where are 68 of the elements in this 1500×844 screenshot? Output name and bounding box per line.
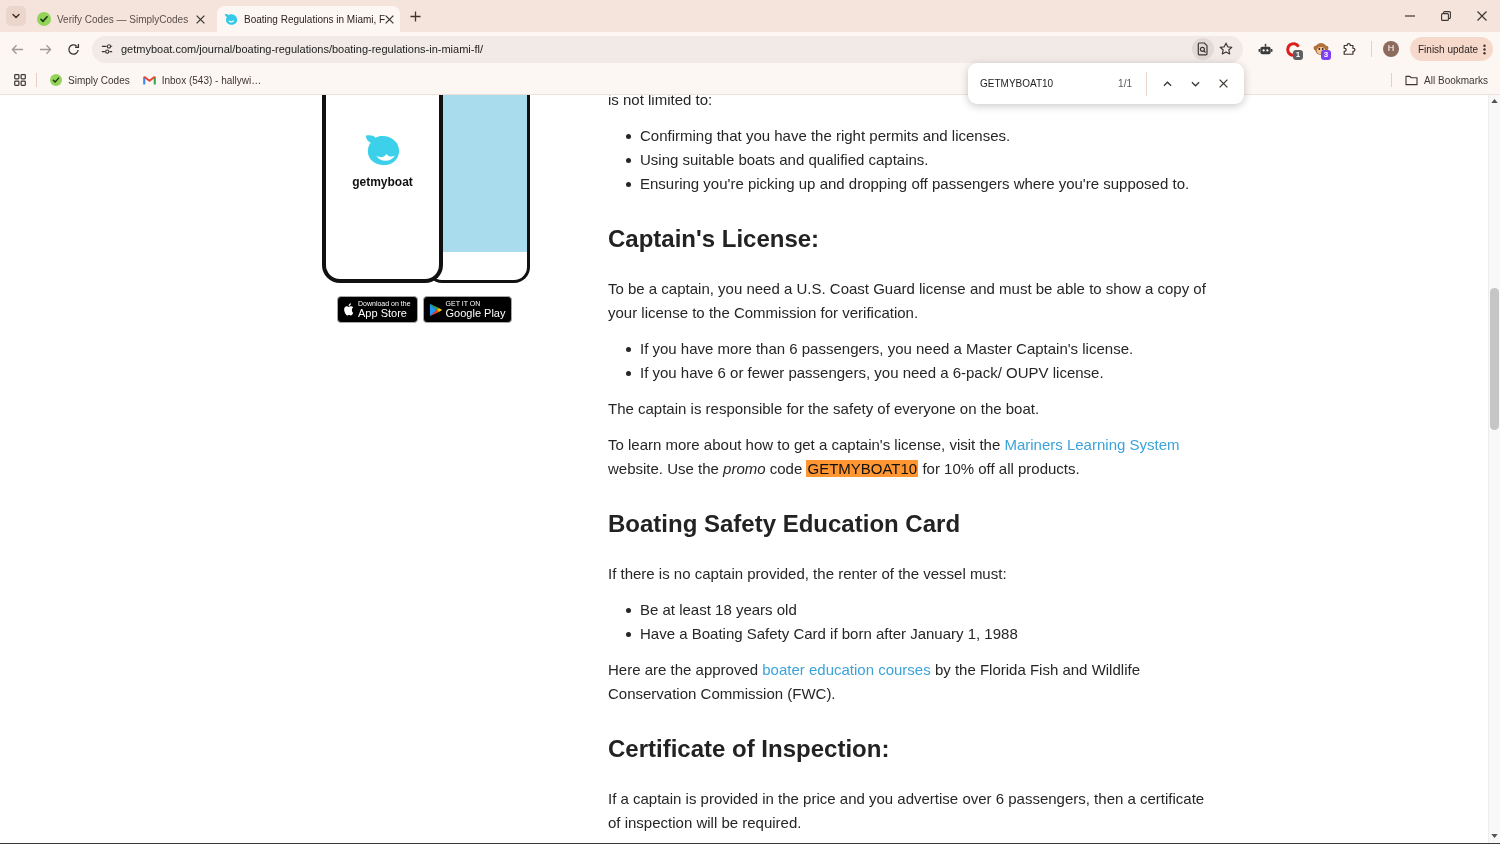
close-icon[interactable] — [1218, 79, 1228, 88]
find-field[interactable]: GETMYBOAT10 — [980, 76, 1119, 91]
section-heading: Captain's License: — [608, 224, 821, 254]
bookmark-link[interactable]: Simply Codes — [44, 69, 136, 91]
close-icon[interactable] — [1477, 11, 1487, 21]
play-triangle-icon — [428, 302, 442, 317]
apps-grid-icon[interactable] — [14, 74, 26, 86]
apple-logo-icon — [343, 303, 354, 316]
previous-match-chevron-icon[interactable] — [1162, 80, 1172, 87]
puzzle-piece-icon[interactable] — [1342, 42, 1356, 56]
check-circle-icon — [37, 12, 51, 26]
bullet-icon — [626, 347, 631, 352]
robot-icon[interactable] — [1257, 41, 1273, 57]
logo-text: getmyboat — [352, 174, 413, 191]
paragraph: Here are the approved boater education courses by the Florida Fish and Wildlife Conservation Commission (FWC). — [608, 660, 1141, 704]
find-match-highlight: GETMYBOAT10 — [806, 460, 919, 477]
profile-avatar[interactable]: H — [1383, 41, 1399, 57]
match-count: 1/1 — [1118, 77, 1132, 91]
address-bar[interactable]: getmyboat.com/journal/boating-regulations/boating-regulations-in-miami-fl/ — [92, 35, 1243, 63]
list-item-text: Ensuring you're picking up and dropping off passengers where you're supposed to. — [640, 174, 1190, 194]
tab-search-chevron-icon[interactable] — [6, 6, 26, 26]
finish-update-button[interactable]: Finish update — [1410, 37, 1493, 61]
scroll-up-arrow-icon[interactable] — [1491, 99, 1498, 103]
paragraph: If a captain is provided in the price and you advertise over 6 passengers, then a certificate of inspection will be required. — [608, 789, 1206, 833]
paragraph: To learn more about how to get a captain's license, visit the Mariners Learning System website. Use the promo code GETMYBOAT10 for 10% off all products. — [608, 435, 1181, 479]
bullet-icon — [626, 371, 631, 376]
browser-tab[interactable]: Boating Regulations in Miami, F — [217, 6, 400, 32]
logo-icon — [224, 12, 238, 26]
list-item-text: If you have 6 or fewer passengers, you need a 6-pack/ OUPV license. — [640, 363, 1104, 383]
list-item-text: Confirming that you have the right permits and licenses. — [640, 126, 1011, 146]
bookmark-link[interactable]: Inbox (543) - hallywi… — [136, 69, 268, 91]
bullet-icon — [626, 632, 631, 637]
bullet-icon — [626, 158, 631, 163]
paragraph: The captain is responsible for the safety of everyone on the boat. — [608, 399, 1041, 419]
find-in-page-icon[interactable] — [1192, 38, 1214, 60]
section-heading: Boating Safety Education Card — [608, 509, 962, 539]
bullet-icon — [626, 134, 631, 139]
bullet-icon — [626, 608, 631, 613]
list-item-text: If you have more than 6 passengers, you need a Master Captain's license. — [640, 339, 1134, 359]
section-heading: Certificate of Inspection: — [608, 734, 891, 764]
close-icon[interactable] — [196, 14, 205, 24]
m-letter-icon — [142, 75, 156, 85]
count-badge: 3 — [1321, 50, 1331, 60]
new-tab-plus-icon[interactable] — [410, 10, 421, 22]
more-menu-icon[interactable] — [1483, 43, 1486, 55]
paragraph: If there is no captain provided, the renter of the vessel must: — [608, 564, 1008, 584]
all-bookmarks-button[interactable]: All Bookmarks — [1405, 72, 1488, 88]
forward-arrow-icon[interactable] — [38, 42, 52, 56]
scroll-down-arrow-icon[interactable] — [1491, 834, 1498, 838]
bookmark-star-icon[interactable] — [1219, 42, 1233, 56]
folder-icon — [1405, 74, 1419, 86]
ring-icon[interactable] — [1285, 41, 1301, 57]
restore-icon[interactable] — [1441, 11, 1451, 21]
paragraph: is not limited to: — [608, 95, 714, 110]
reload-icon[interactable] — [66, 42, 80, 56]
list-item-text: Using suitable boats and qualified captains. — [640, 150, 929, 170]
site-settings-icon[interactable] — [101, 43, 113, 55]
count-badge: 1 — [1293, 50, 1303, 60]
browser-tab[interactable]: Verify Codes — SimplyCodes — [30, 6, 213, 32]
next-match-chevron-icon[interactable] — [1190, 80, 1200, 87]
back-arrow-icon[interactable] — [10, 42, 24, 56]
list-item-text: Be at least 18 years old — [640, 600, 797, 620]
scrollbar-thumb[interactable] — [1490, 288, 1499, 430]
bullet-icon — [626, 182, 631, 187]
check-circle-icon — [50, 74, 62, 86]
close-icon[interactable] — [385, 14, 395, 24]
paragraph: To be a captain, you need a U.S. Coast Guard license and must be able to show a copy of your license to the Commission for verification. — [608, 279, 1207, 323]
list-item-text: Have a Boating Safety Card if born after January 1, 1988 — [640, 624, 1018, 644]
